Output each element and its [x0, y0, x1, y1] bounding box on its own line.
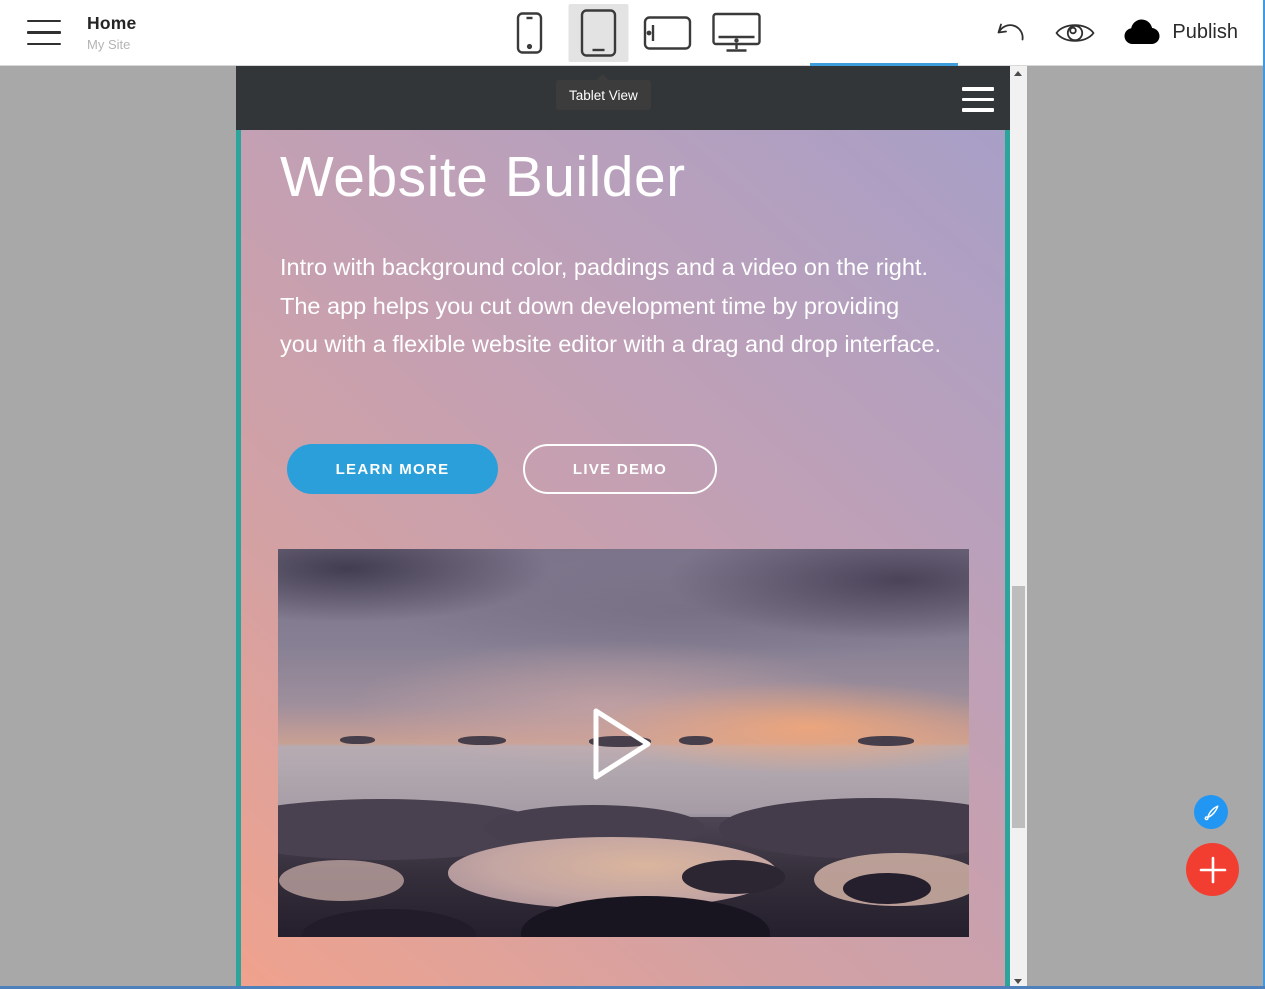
site-hamburger-icon [962, 98, 994, 102]
phone-view-button[interactable] [499, 4, 559, 62]
site-hamburger-icon [962, 108, 994, 112]
toolbar-right-group: Publish [993, 0, 1238, 65]
undo-button[interactable] [993, 16, 1029, 50]
style-brush-fab[interactable] [1194, 795, 1228, 829]
device-view-switcher [499, 0, 766, 66]
island-silhouette [679, 736, 714, 745]
island-silhouette [858, 736, 913, 746]
site-hamburger-button[interactable] [962, 87, 994, 112]
rock [719, 798, 969, 859]
learn-more-button[interactable]: LEARN MORE [287, 444, 498, 494]
hamburger-menu-icon [27, 20, 61, 23]
hamburger-menu-icon [27, 31, 61, 34]
preview-button[interactable] [1054, 19, 1096, 47]
publish-button[interactable]: Publish [1121, 15, 1238, 51]
editor-canvas: Website Builder Intro with background co… [0, 66, 1265, 989]
tablet-preview: Website Builder Intro with background co… [236, 66, 1010, 989]
hero-buttons-row: LEARN MORE LIVE DEMO [287, 444, 717, 494]
tablet-view-button[interactable] [568, 4, 628, 62]
tide-pool [279, 860, 404, 901]
brush-icon [1202, 803, 1221, 822]
tablet-landscape-view-button[interactable] [637, 4, 697, 62]
publish-cloud-icon [1121, 15, 1163, 51]
hamburger-menu-icon [27, 43, 61, 46]
hero-block-selected[interactable]: Website Builder Intro with background co… [236, 130, 1010, 989]
island-silhouette [340, 736, 375, 744]
plus-icon [1198, 855, 1228, 885]
scrolled-content-edge [810, 63, 958, 66]
site-menu[interactable]: Home My Site [87, 13, 136, 52]
add-block-fab[interactable] [1186, 843, 1239, 896]
scroll-up-button[interactable] [1010, 66, 1027, 82]
undo-icon [993, 16, 1029, 50]
rock [843, 873, 931, 904]
preview-eye-icon [1054, 19, 1096, 47]
view-tooltip: Tablet View [556, 80, 651, 110]
app-menu-button[interactable] [27, 16, 61, 50]
desktop-view-button[interactable] [706, 4, 766, 62]
page-title: Home [87, 13, 136, 34]
video-player[interactable] [278, 549, 969, 937]
app-toolbar: Home My Site [0, 0, 1265, 66]
publish-label: Publish [1172, 21, 1238, 44]
hero-paragraph[interactable]: Intro with background color, paddings an… [280, 248, 942, 364]
video-play-icon[interactable] [591, 706, 654, 787]
desktop-view-icon [710, 12, 762, 54]
foreground-rocks [278, 817, 969, 937]
live-demo-button[interactable]: LIVE DEMO [523, 444, 717, 494]
toolbar-left-group: Home My Site [27, 0, 136, 65]
preview-scrollbar[interactable] [1010, 66, 1027, 989]
site-name: My Site [87, 37, 136, 52]
scrollbar-thumb[interactable] [1012, 586, 1025, 828]
site-hamburger-icon [962, 87, 994, 91]
tablet-landscape-view-icon [643, 16, 691, 50]
rock [682, 860, 785, 893]
tablet-view-icon [580, 9, 616, 57]
hero-heading[interactable]: Website Builder [280, 144, 686, 210]
island-silhouette [458, 736, 506, 745]
phone-view-icon [516, 12, 542, 54]
rock [301, 909, 477, 937]
